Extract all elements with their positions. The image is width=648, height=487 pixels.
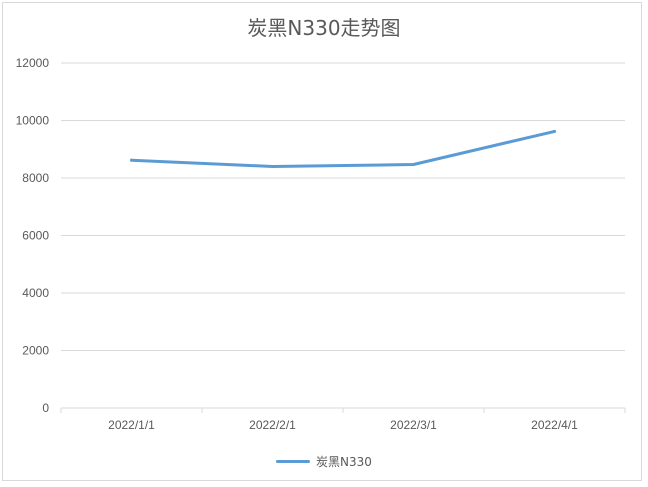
series-line	[130, 129, 556, 168]
legend-swatch	[276, 459, 311, 463]
y-tick-label: 8000	[22, 171, 49, 185]
legend-label: 炭黑N330	[316, 454, 372, 469]
x-tick-label: 2022/4/1	[531, 418, 578, 432]
gridlines	[61, 62, 625, 351]
data-point	[412, 162, 415, 166]
y-tick-labels: 0 2000 4000 6000 8000 10000 12000	[16, 56, 50, 415]
y-tick-label: 10000	[16, 114, 50, 128]
x-tick-label: 2022/3/1	[390, 418, 437, 432]
legend: 炭黑N330	[0, 451, 648, 471]
x-tick-label: 2022/2/1	[249, 418, 296, 432]
x-axis	[60, 407, 626, 413]
y-tick-label: 6000	[22, 229, 49, 243]
y-tick-label: 4000	[22, 286, 49, 300]
data-point	[271, 165, 274, 168]
y-tick-label: 2000	[22, 344, 49, 358]
series-layer	[130, 129, 556, 168]
x-tick-label: 2022/1/1	[108, 418, 155, 432]
x-tick-labels: 2022/1/1 2022/2/1 2022/3/1 2022/4/1	[108, 418, 578, 432]
data-point	[553, 129, 556, 133]
y-tick-label: 0	[42, 401, 49, 415]
y-tick-label: 12000	[16, 56, 50, 70]
chart-plot-area: 020004000600080001000012000 2022/1/1 2022…	[16, 56, 626, 432]
data-point	[130, 158, 133, 162]
